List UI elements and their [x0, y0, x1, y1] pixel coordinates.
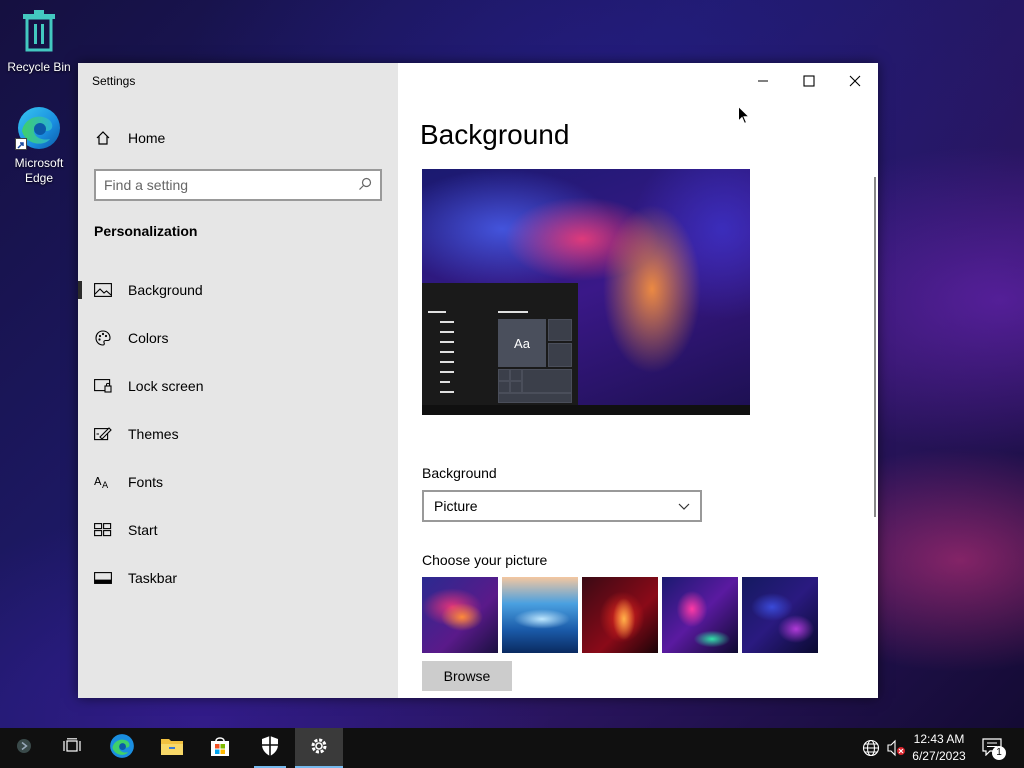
- network-icon[interactable]: [862, 739, 880, 757]
- picture-thumbnail-3[interactable]: [582, 577, 658, 653]
- clock-date: 6/27/2023: [912, 749, 966, 763]
- chevron-down-icon: [678, 498, 690, 514]
- store-button[interactable]: [196, 728, 244, 768]
- task-view-button[interactable]: [48, 728, 96, 768]
- edge-icon: [109, 733, 135, 763]
- mouse-cursor-icon: [738, 105, 751, 129]
- file-explorer-button[interactable]: [148, 728, 196, 768]
- search-icon[interactable]: [358, 176, 372, 195]
- sidebar-item-lock-screen[interactable]: Lock screen: [78, 362, 398, 410]
- nav-list: Background Colors Lock screen Themes A A…: [78, 266, 398, 602]
- settings-button[interactable]: [295, 728, 343, 768]
- picture-thumbnail-4[interactable]: [662, 577, 738, 653]
- settings-icon: [309, 736, 329, 760]
- background-preview: Aa: [422, 169, 750, 415]
- sidebar-item-label: Lock screen: [128, 378, 204, 394]
- nav-home-label: Home: [128, 130, 166, 146]
- sidebar: Settings Home Personalization Background: [78, 63, 398, 698]
- section-title: Personalization: [94, 223, 198, 239]
- task-view-icon: [63, 738, 81, 758]
- recycle-bin-icon: [15, 8, 63, 56]
- picture-icon: [94, 281, 112, 299]
- cortana-button[interactable]: [0, 728, 48, 768]
- window-title: Settings: [92, 74, 136, 88]
- preview-taskbar: [422, 405, 750, 415]
- svg-text:A: A: [94, 475, 102, 488]
- picture-thumbnail-5[interactable]: [742, 577, 818, 653]
- background-type-label: Background: [422, 465, 497, 481]
- notification-center-button[interactable]: 1: [982, 738, 1006, 760]
- file-explorer-icon: [160, 736, 184, 760]
- picture-thumbnail-2[interactable]: [502, 577, 578, 653]
- sidebar-item-taskbar[interactable]: Taskbar: [78, 554, 398, 602]
- scrollbar[interactable]: [874, 177, 876, 517]
- sidebar-item-label: Fonts: [128, 474, 164, 490]
- browse-button[interactable]: Browse: [422, 661, 512, 691]
- svg-text:A: A: [102, 481, 109, 490]
- sidebar-item-label: Start: [128, 522, 158, 538]
- palette-icon: [94, 329, 112, 347]
- security-button[interactable]: [246, 728, 294, 768]
- cortana-icon: [16, 738, 32, 758]
- search-input[interactable]: [104, 177, 358, 193]
- sidebar-item-label: Themes: [128, 426, 179, 442]
- sidebar-item-themes[interactable]: Themes: [78, 410, 398, 458]
- page-title: Background: [420, 119, 570, 150]
- start-icon: [94, 521, 112, 539]
- desktop-icon-label: Microsoft Edge: [14, 156, 64, 185]
- clock-time: 12:43 AM: [913, 732, 965, 746]
- content-pane: Background Aa Background Picture Choose …: [398, 63, 878, 698]
- picture-thumbnail-1[interactable]: [422, 577, 498, 653]
- desktop-edge[interactable]: Microsoft Edge: [4, 104, 74, 186]
- taskbar-edge-button[interactable]: [98, 728, 146, 768]
- choose-picture-label: Choose your picture: [422, 552, 548, 568]
- nav-home[interactable]: Home: [78, 123, 398, 153]
- fonts-icon: AA: [94, 473, 112, 491]
- security-icon: [260, 735, 280, 761]
- sidebar-item-fonts[interactable]: AA Fonts: [78, 458, 398, 506]
- background-type-dropdown[interactable]: Picture: [422, 490, 702, 522]
- settings-window: Settings Home Personalization Background: [78, 63, 878, 698]
- lock-screen-icon: [94, 377, 112, 395]
- home-icon: [94, 129, 112, 147]
- volume-muted-icon[interactable]: [886, 739, 906, 757]
- desktop-recycle-bin[interactable]: Recycle Bin: [4, 8, 74, 75]
- sidebar-item-label: Taskbar: [128, 570, 178, 586]
- sidebar-item-start[interactable]: Start: [78, 506, 398, 554]
- sidebar-item-label: Background: [128, 282, 203, 298]
- edge-icon: [15, 104, 63, 152]
- dropdown-value: Picture: [434, 498, 478, 514]
- notification-badge: 1: [992, 746, 1006, 760]
- store-icon: [209, 735, 231, 761]
- taskbar-clock[interactable]: 12:43 AM 6/27/2023: [904, 731, 974, 765]
- sidebar-item-colors[interactable]: Colors: [78, 314, 398, 362]
- search-box[interactable]: [94, 169, 382, 201]
- picture-thumbnails: [422, 577, 818, 653]
- taskbar-icon: [94, 569, 112, 587]
- themes-icon: [94, 425, 112, 443]
- desktop-icon-label: Recycle Bin: [7, 60, 71, 74]
- sidebar-item-label: Colors: [128, 330, 169, 346]
- preview-tile-aa: Aa: [498, 319, 546, 367]
- sidebar-item-background[interactable]: Background: [78, 266, 398, 314]
- shortcut-arrow-icon: [15, 138, 27, 150]
- taskbar: 12:43 AM 6/27/2023 1: [0, 728, 1024, 768]
